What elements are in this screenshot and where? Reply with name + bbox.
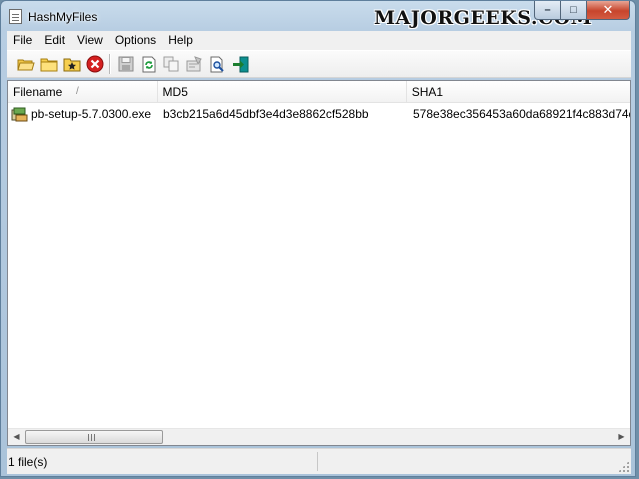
cell-filename: pb-setup-5.7.0300.exe [8,105,158,123]
stop-button[interactable] [83,53,106,75]
toolbar [7,50,631,78]
open-folder-button[interactable] [37,53,60,75]
installer-file-icon [11,107,28,121]
minimize-button[interactable]: – [534,1,561,20]
find-icon [210,56,224,72]
file-list[interactable]: Filename / MD5 SHA1 pb-setup-5.7.0300.ex… [7,80,631,446]
column-header-md5[interactable]: MD5 [157,81,407,103]
window-controls: – □ ✕ [534,1,630,21]
list-header: Filename / MD5 SHA1 [8,81,631,103]
toolbar-separator [109,54,110,74]
copy-icon [163,56,179,72]
open-folder-icon [40,58,57,72]
find-button[interactable] [206,53,229,75]
close-icon: ✕ [602,2,614,17]
status-divider [317,452,318,471]
cell-sha1: 578e38ec356453a60da68921f4c883d74c0e [413,107,630,121]
menu-help[interactable]: Help [162,31,199,50]
scroll-left-icon[interactable]: ◀ [8,429,25,445]
add-special-icon [63,58,80,72]
resize-grip-icon[interactable] [618,461,629,472]
menu-file[interactable]: File [7,31,38,50]
stop-icon [86,55,103,73]
grip-icon [88,434,97,441]
scrollbar-thumb[interactable] [25,430,163,444]
app-icon [9,9,22,24]
properties-button[interactable] [183,53,206,75]
scroll-right-icon[interactable]: ▶ [613,429,630,445]
title-bar[interactable]: HashMyFiles MAJORGEEKS.COM – □ ✕ [1,1,635,31]
exit-icon [233,56,249,72]
column-header-filename[interactable]: Filename / [8,81,158,103]
column-header-sha1[interactable]: SHA1 [406,81,631,103]
table-row[interactable]: pb-setup-5.7.0300.exe b3cb215a6d45dbf3e4… [8,105,630,123]
sort-indicator-icon: / [76,86,79,97]
save-icon [118,56,133,72]
properties-icon [186,56,202,72]
open-files-button[interactable] [14,53,37,75]
maximize-icon: □ [570,4,577,16]
maximize-button[interactable]: □ [561,1,587,20]
status-file-count: 1 file(s) [8,455,48,469]
add-special-button[interactable] [60,53,83,75]
menu-bar: File Edit View Options Help [7,31,631,50]
copy-button[interactable] [160,53,183,75]
horizontal-scrollbar[interactable]: ◀ ▶ [8,428,630,445]
status-bar: 1 file(s) [7,448,631,474]
window-title: HashMyFiles [28,10,98,24]
minimize-icon: – [544,4,551,16]
open-files-icon [16,59,35,71]
save-button[interactable] [114,53,137,75]
menu-view[interactable]: View [71,31,109,50]
app-window: HashMyFiles MAJORGEEKS.COM – □ ✕ File Ed… [0,0,636,477]
cell-md5: b3cb215a6d45dbf3e4d3e8862cf528bb [163,107,369,121]
close-button[interactable]: ✕ [587,1,630,20]
refresh-button[interactable] [137,53,160,75]
exit-button[interactable] [229,53,252,75]
menu-options[interactable]: Options [109,31,162,50]
menu-edit[interactable]: Edit [38,31,71,50]
refresh-icon [142,56,155,72]
